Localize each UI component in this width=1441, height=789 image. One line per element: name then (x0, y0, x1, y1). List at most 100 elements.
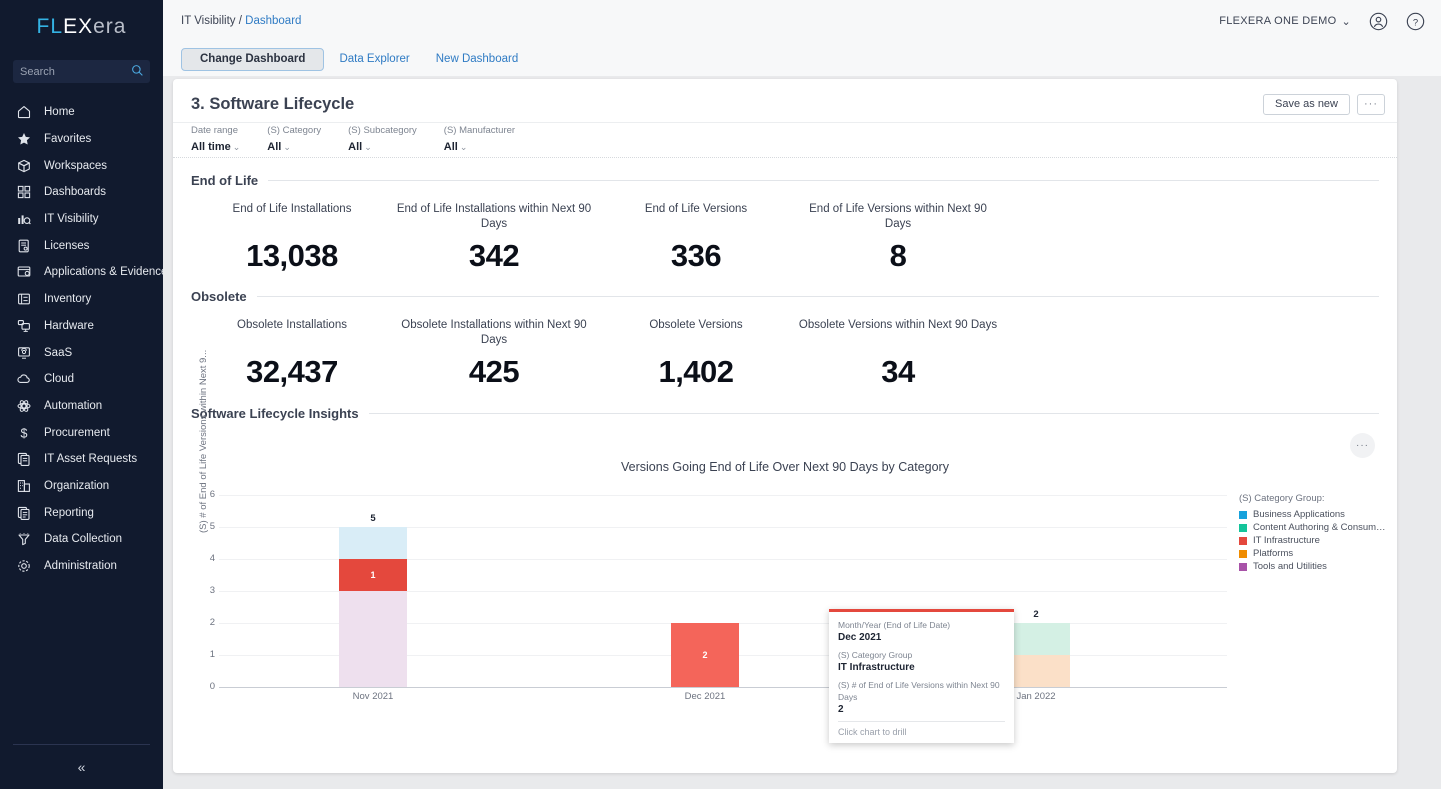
legend-item[interactable]: Platforms (1239, 547, 1386, 560)
sidebar-search (13, 60, 150, 83)
sidebar-item-label: SaaS (44, 347, 72, 359)
bar-segment[interactable]: 1 (339, 559, 407, 591)
change-dashboard-button[interactable]: Change Dashboard (181, 48, 324, 71)
sidebar-item-dashboards[interactable]: Dashboards (0, 179, 163, 206)
bar-group[interactable]: 2 (671, 623, 739, 687)
y-axis-tick: 1 (185, 649, 215, 660)
sidebar-item-label: Data Collection (44, 533, 122, 545)
svg-text:?: ? (1413, 17, 1418, 28)
sidebar-item-workspaces[interactable]: Workspaces (0, 152, 163, 179)
svg-text:$: $ (21, 426, 28, 440)
sidebar-item-applications-evidence[interactable]: Applications & Evidence (0, 259, 163, 286)
filter-value-text: All (444, 141, 458, 153)
filter-label: Date range (191, 125, 240, 137)
top-bar: IT Visibility / Dashboard FLEXERA ONE DE… (163, 0, 1441, 42)
sidebar-item-cloud[interactable]: Cloud (0, 366, 163, 393)
data-explorer-link[interactable]: Data Explorer (328, 53, 420, 65)
sidebar-item-automation[interactable]: Automation (0, 393, 163, 420)
top-bar-right: FLEXERA ONE DEMO ⌄ ? (1219, 12, 1425, 31)
breadcrumb-root[interactable]: IT Visibility (181, 15, 236, 27)
breadcrumb-current[interactable]: Dashboard (245, 15, 301, 27)
inventory-icon (16, 291, 32, 307)
filter-manufacturer[interactable]: (S) Manufacturer All⌄ (444, 125, 515, 155)
filter-category[interactable]: (S) Category All⌄ (267, 125, 321, 155)
bar-segment-label: 1 (370, 570, 375, 580)
dashboard-toolbar: Change Dashboard Data Explorer New Dashb… (163, 42, 1441, 76)
y-axis-tick: 3 (185, 585, 215, 596)
kpi-end-of-life-installations-90-days[interactable]: End of Life Installations within Next 90… (393, 202, 595, 274)
kpi-obsolete-versions-90-days[interactable]: Obsolete Versions within Next 90 Days 34 (797, 318, 999, 390)
bar-segment[interactable] (339, 527, 407, 559)
breadcrumb-separator: / (239, 15, 242, 27)
kpi-end-of-life-versions-90-days[interactable]: End of Life Versions within Next 90 Days… (797, 202, 999, 274)
sidebar-item-label: Organization (44, 480, 109, 492)
page-title: 3. Software Lifecycle (191, 95, 354, 114)
logo-part-1: FL (37, 15, 64, 38)
main-area: IT Visibility / Dashboard FLEXERA ONE DE… (163, 0, 1441, 789)
sidebar-item-it-visibility[interactable]: IT Visibility (0, 206, 163, 233)
sidebar-item-label: Dashboards (44, 186, 106, 198)
chevron-down-icon: ⌄ (233, 142, 241, 152)
kpi-end-of-life-versions[interactable]: End of Life Versions 336 (595, 202, 797, 274)
sidebar-item-favorites[interactable]: Favorites (0, 126, 163, 153)
sidebar-item-label: Workspaces (44, 160, 107, 172)
kpi-obsolete-installations[interactable]: Obsolete Installations 32,437 (191, 318, 393, 390)
legend-item[interactable]: Content Authoring & Consum… (1239, 521, 1386, 534)
legend-item[interactable]: Business Applications (1239, 508, 1386, 521)
sidebar-item-it-asset-requests[interactable]: IT Asset Requests (0, 446, 163, 473)
kpi-label: End of Life Installations (191, 202, 393, 232)
kpi-value: 425 (393, 354, 595, 390)
section-software-lifecycle-insights: Software Lifecycle Insights ··· Versions… (173, 406, 1397, 727)
kpi-end-of-life-installations[interactable]: End of Life Installations 13,038 (191, 202, 393, 274)
y-axis-tick: 2 (185, 617, 215, 628)
sidebar-item-data-collection[interactable]: Data Collection (0, 526, 163, 553)
sidebar-footer: « (0, 745, 163, 789)
bar-segment[interactable]: 2 (671, 623, 739, 687)
section-header: Obsolete (191, 289, 1379, 304)
legend-item[interactable]: IT Infrastructure (1239, 534, 1386, 547)
chevron-down-icon: ⌄ (460, 142, 468, 152)
chart-more-button[interactable]: ··· (1350, 433, 1375, 458)
sidebar-item-administration[interactable]: Administration (0, 553, 163, 580)
sidebar-item-reporting[interactable]: Reporting (0, 499, 163, 526)
bar-segment[interactable] (339, 591, 407, 687)
sidebar-item-home[interactable]: Home (0, 99, 163, 126)
legend-item[interactable]: Tools and Utilities (1239, 560, 1386, 573)
kpi-obsolete-installations-90-days[interactable]: Obsolete Installations within Next 90 Da… (393, 318, 595, 390)
automation-icon (16, 398, 32, 414)
sidebar-item-procurement[interactable]: $ Procurement (0, 419, 163, 446)
sidebar-item-saas[interactable]: SaaS (0, 339, 163, 366)
sidebar-item-licenses[interactable]: Licenses (0, 232, 163, 259)
chart-search-icon (16, 211, 32, 227)
dashboard-more-button[interactable]: ··· (1357, 94, 1385, 115)
kpi-obsolete-versions[interactable]: Obsolete Versions 1,402 (595, 318, 797, 390)
user-account-icon[interactable] (1369, 12, 1388, 31)
sidebar-item-hardware[interactable]: Hardware (0, 313, 163, 340)
sidebar-item-inventory[interactable]: Inventory (0, 286, 163, 313)
search-input[interactable] (20, 66, 143, 78)
logo-part-3: era (93, 15, 126, 38)
bar-group[interactable]: 15 (339, 527, 407, 687)
tooltip-value-3: 2 (838, 703, 1005, 716)
sidebar: FLEXera Home Favorites Workspa (0, 0, 163, 789)
filter-value-text: All (267, 141, 281, 153)
tenant-selector[interactable]: FLEXERA ONE DEMO ⌄ (1219, 15, 1351, 28)
chevron-down-icon: ⌄ (283, 142, 291, 152)
search-box[interactable] (13, 60, 150, 83)
collapse-sidebar-button[interactable]: « (78, 759, 86, 775)
chevron-down-icon: ⌄ (1341, 15, 1351, 28)
help-icon[interactable]: ? (1406, 12, 1425, 31)
new-dashboard-link[interactable]: New Dashboard (425, 53, 529, 65)
legend-label: Platforms (1253, 548, 1293, 559)
legend-swatch (1239, 550, 1247, 558)
sidebar-item-organization[interactable]: Organization (0, 473, 163, 500)
save-as-new-button[interactable]: Save as new (1263, 94, 1350, 115)
filter-date-range[interactable]: Date range All time⌄ (191, 125, 240, 155)
filter-subcategory[interactable]: (S) Subcategory All⌄ (348, 125, 417, 155)
sidebar-item-label: Home (44, 106, 75, 118)
kpi-label: End of Life Installations within Next 90… (393, 202, 595, 232)
star-icon (16, 131, 32, 147)
section-title: Software Lifecycle Insights (191, 406, 359, 421)
kpi-row: Obsolete Installations 32,437 Obsolete I… (191, 318, 1379, 390)
cloud-icon (16, 371, 32, 387)
